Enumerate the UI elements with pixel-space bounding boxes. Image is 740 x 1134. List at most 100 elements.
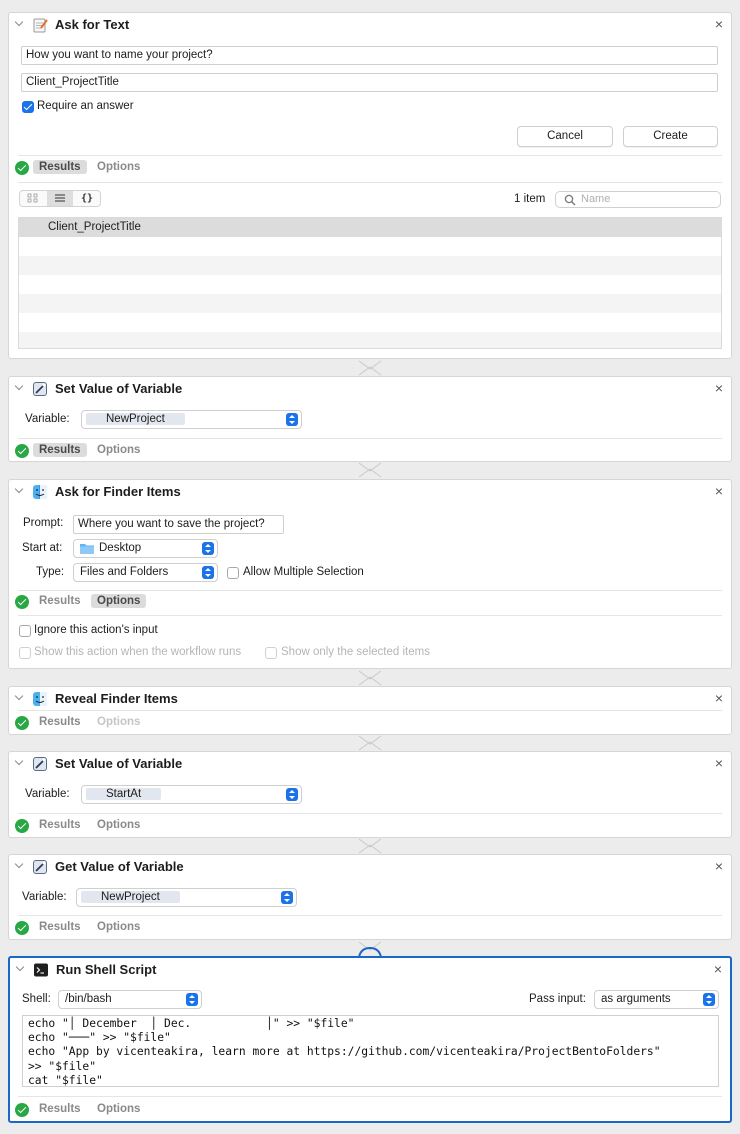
table-row[interactable]: Client_ProjectTitle <box>19 218 721 237</box>
type-label: Type: <box>36 566 65 578</box>
variable-popup[interactable]: NewProject <box>81 410 302 429</box>
action-title: Set Value of Variable <box>55 756 183 771</box>
variable-wand-icon <box>33 860 47 874</box>
divider <box>18 155 722 156</box>
popup-arrows-icon <box>286 788 298 801</box>
tab-options[interactable]: Options <box>91 818 146 832</box>
action-header[interactable]: Reveal Finder Items × <box>9 687 731 711</box>
action-header[interactable]: Get Value of Variable × <box>9 855 731 879</box>
disclosure-chevron-icon[interactable] <box>15 486 25 496</box>
tab-options[interactable]: Options <box>91 920 146 934</box>
show-action-label: Show this action when the workflow runs <box>34 646 242 658</box>
tab-options: Options <box>97 716 141 728</box>
pass-input-popup[interactable]: as arguments <box>594 990 719 1009</box>
success-check-icon <box>15 161 29 175</box>
action-header[interactable]: Set Value of Variable × <box>9 752 731 776</box>
success-check-icon <box>15 444 29 458</box>
search-field[interactable]: Name <box>555 191 721 208</box>
action-header[interactable]: Set Value of Variable × <box>9 377 731 401</box>
type-popup[interactable]: Files and Folders <box>73 563 218 582</box>
results-table[interactable]: Client_ProjectTitle <box>18 217 722 349</box>
start-at-popup[interactable]: Desktop <box>73 539 218 558</box>
variable-token: NewProject <box>81 891 180 903</box>
tab-results[interactable]: Results <box>33 160 87 174</box>
divider <box>18 182 722 183</box>
close-icon[interactable]: × <box>715 17 723 31</box>
tab-results[interactable]: Results <box>33 594 87 608</box>
close-icon[interactable]: × <box>714 962 722 976</box>
action-header[interactable]: Ask for Finder Items × <box>9 480 731 504</box>
variable-wand-icon <box>33 382 47 396</box>
shell-label: Shell: <box>22 993 51 1005</box>
tab-results[interactable]: Results <box>33 1102 87 1116</box>
variable-popup[interactable]: NewProject <box>76 888 297 907</box>
variable-token: StartAt <box>86 788 162 800</box>
start-at-value: Desktop <box>99 542 142 554</box>
braces-icon[interactable]: {} <box>74 191 100 206</box>
allow-multiple-checkbox[interactable] <box>227 567 239 579</box>
success-check-icon <box>15 716 29 730</box>
tab-results[interactable]: Results <box>33 920 87 934</box>
show-selected-checkbox <box>265 647 277 659</box>
connector-icon <box>358 360 382 376</box>
shell-value: /bin/bash <box>65 993 112 1005</box>
create-button[interactable]: Create <box>623 126 718 147</box>
ignore-input-checkbox[interactable] <box>19 625 31 637</box>
require-answer-label: Require an answer <box>37 100 134 112</box>
list-icon[interactable] <box>47 191 73 206</box>
action-title: Ask for Finder Items <box>55 484 181 499</box>
prompt-field[interactable]: Where you want to save the project? <box>73 515 284 534</box>
pass-input-value: as arguments <box>601 993 671 1005</box>
finder-icon <box>33 692 47 706</box>
tab-results[interactable]: Results <box>33 443 87 457</box>
close-icon[interactable]: × <box>715 859 723 873</box>
table-row-empty <box>19 237 721 256</box>
disclosure-chevron-icon[interactable] <box>16 964 26 974</box>
finder-icon <box>33 485 47 499</box>
question-field[interactable]: How you want to name your project? <box>21 46 718 65</box>
tab-options[interactable]: Options <box>91 160 146 174</box>
popup-arrows-icon <box>202 542 214 555</box>
allow-multiple-label: Allow Multiple Selection <box>243 566 364 578</box>
popup-arrows-icon <box>186 993 198 1006</box>
require-answer-checkbox[interactable] <box>22 101 34 113</box>
default-answer-field[interactable]: Client_ProjectTitle <box>21 73 718 92</box>
close-icon[interactable]: × <box>715 381 723 395</box>
action-title: Set Value of Variable <box>55 381 183 396</box>
grid-icon[interactable] <box>20 191 46 206</box>
close-icon[interactable]: × <box>715 756 723 770</box>
view-mode-segmented-control[interactable]: {} <box>19 190 101 207</box>
action-title: Get Value of Variable <box>55 859 184 874</box>
table-cell: Client_ProjectTitle <box>48 221 141 233</box>
disclosure-chevron-icon[interactable] <box>15 693 25 703</box>
close-icon[interactable]: × <box>715 691 723 705</box>
close-icon[interactable]: × <box>715 484 723 498</box>
divider <box>18 590 722 591</box>
popup-arrows-icon <box>281 891 293 904</box>
disclosure-chevron-icon[interactable] <box>15 19 25 29</box>
table-row-empty <box>19 256 721 275</box>
action-title: Reveal Finder Items <box>55 691 178 706</box>
tab-results[interactable]: Results <box>33 715 87 729</box>
action-header[interactable]: Run Shell Script × <box>10 958 730 982</box>
script-editor[interactable]: echo "│ December │ Dec. │" >> "$file" ec… <box>22 1015 719 1087</box>
tab-results[interactable]: Results <box>33 818 87 832</box>
divider <box>18 915 722 916</box>
popup-arrows-icon <box>202 566 214 579</box>
table-row-empty <box>19 294 721 313</box>
terminal-icon <box>34 963 48 977</box>
disclosure-chevron-icon[interactable] <box>15 861 25 871</box>
cancel-button[interactable]: Cancel <box>517 126 613 147</box>
tab-options[interactable]: Options <box>91 594 147 608</box>
action-header[interactable]: Ask for Text × <box>9 13 731 37</box>
show-action-checkbox <box>19 647 31 659</box>
divider <box>18 1096 722 1097</box>
tab-options[interactable]: Options <box>91 443 146 457</box>
tab-options[interactable]: Options <box>91 1102 146 1116</box>
item-count: 1 item <box>514 193 546 205</box>
shell-popup[interactable]: /bin/bash <box>58 990 202 1009</box>
disclosure-chevron-icon[interactable] <box>15 758 25 768</box>
variable-popup[interactable]: StartAt <box>81 785 302 804</box>
disclosure-chevron-icon[interactable] <box>15 383 25 393</box>
connector-icon <box>358 670 382 686</box>
